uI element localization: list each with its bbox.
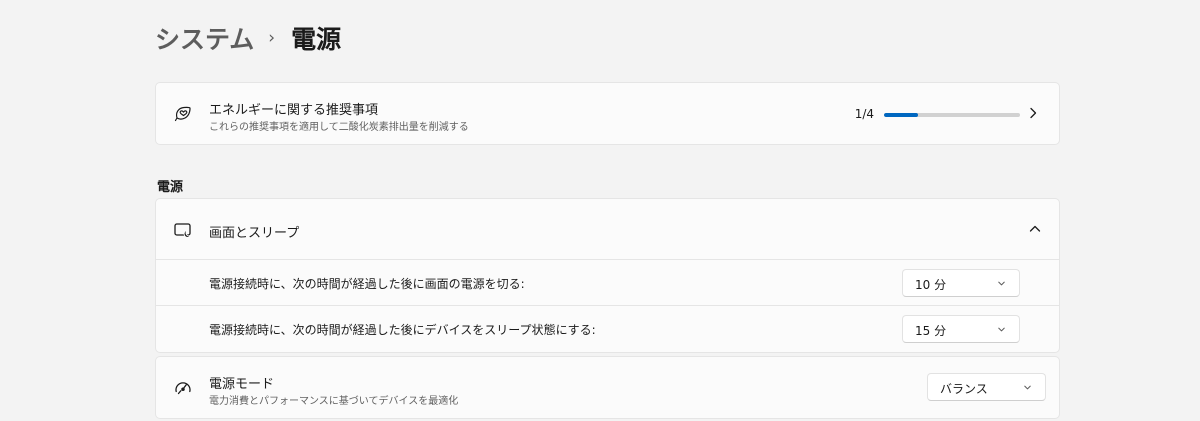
power-mode-card: 電源モード 電力消費とパフォーマンスに基づいてデバイスを最適化 バランス	[155, 356, 1060, 419]
recommendations-progress-fill	[884, 113, 918, 117]
screen-and-sleep-title: 画面とスリープ	[209, 226, 300, 241]
power-mode-value: バランス	[940, 382, 988, 396]
power-mode-subtitle: 電力消費とパフォーマンスに基づいてデバイスを最適化	[209, 396, 459, 407]
leaf-heart-icon	[173, 104, 193, 124]
settings-power-page: システム › 電源 エネルギーに関する推奨事項 これらの推奨事項を適用して二酸化…	[0, 0, 1200, 421]
breadcrumb-separator: ›	[268, 28, 276, 48]
energy-recommendations-card[interactable]: エネルギーに関する推奨事項 これらの推奨事項を適用して二酸化炭素排出量を削減する…	[155, 82, 1060, 145]
chevron-down-icon	[996, 324, 1007, 335]
screen-off-label: 電源接続時に、次の時間が経過した後に画面の電源を切る:	[209, 277, 525, 291]
sleep-label: 電源接続時に、次の時間が経過した後にデバイスをスリープ状態にする:	[209, 323, 596, 337]
sleep-setting-row: 電源接続時に、次の時間が経過した後にデバイスをスリープ状態にする: 15 分	[156, 306, 1059, 352]
recommendations-progress-bar	[884, 113, 1020, 117]
chevron-up-icon[interactable]	[1027, 221, 1043, 237]
recommendations-title: エネルギーに関する推奨事項	[209, 103, 379, 118]
screen-off-time-value: 10 分	[915, 278, 947, 292]
chevron-down-icon	[1022, 382, 1033, 393]
recommendations-subtitle: これらの推奨事項を適用して二酸化炭素排出量を削減する	[209, 122, 469, 133]
power-mode-dropdown[interactable]: バランス	[927, 373, 1046, 401]
screen-off-setting-row: 電源接続時に、次の時間が経過した後に画面の電源を切る: 10 分	[156, 260, 1059, 306]
breadcrumb-system-link[interactable]: システム	[155, 20, 254, 56]
chevron-down-icon	[996, 278, 1007, 289]
power-section-heading: 電源	[157, 180, 184, 195]
gauge-icon	[173, 378, 193, 398]
recommendations-progress-text: 1/4	[854, 107, 874, 121]
breadcrumb: システム › 電源	[155, 20, 341, 56]
page-title: 電源	[291, 25, 342, 54]
screen-and-sleep-header[interactable]: 画面とスリープ	[156, 199, 1059, 260]
power-mode-title: 電源モード	[209, 377, 275, 392]
screen-and-sleep-group: 画面とスリープ 電源接続時に、次の時間が経過した後に画面の電源を切る: 10 分…	[155, 198, 1060, 353]
screen-sleep-icon	[173, 220, 193, 240]
sleep-time-value: 15 分	[915, 324, 947, 338]
sleep-time-dropdown[interactable]: 15 分	[902, 315, 1020, 343]
chevron-right-icon	[1025, 105, 1041, 121]
screen-off-time-dropdown[interactable]: 10 分	[902, 269, 1020, 297]
